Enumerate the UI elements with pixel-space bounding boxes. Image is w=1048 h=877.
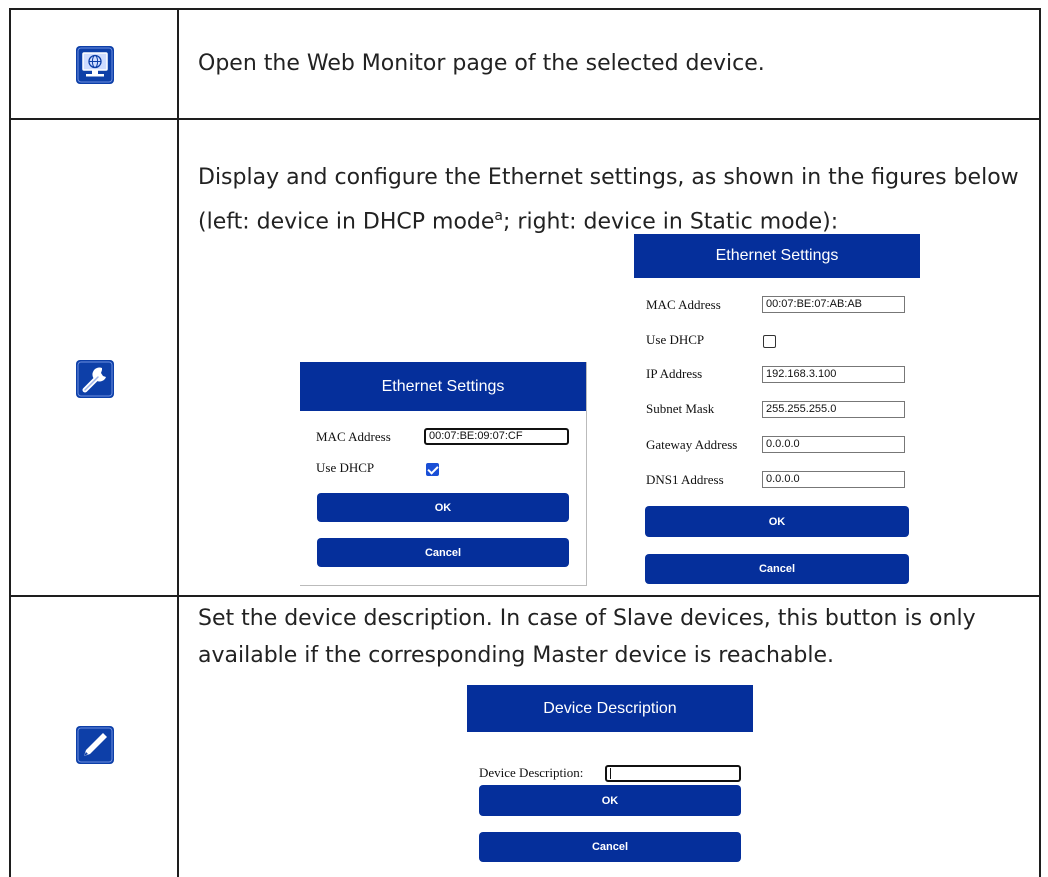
use-dhcp-label: Use DHCP — [646, 332, 705, 347]
ethernet-settings-dialog-dhcp: Ethernet Settings MAC Address 00:07:BE:0… — [300, 362, 587, 586]
table-row-divider — [9, 595, 1041, 597]
text-cursor — [610, 768, 611, 779]
ok-button[interactable]: OK — [317, 493, 569, 522]
web-monitor-icon — [76, 46, 114, 84]
table-border-left — [9, 8, 11, 877]
subnet-mask-field[interactable]: 255.255.255.0 — [762, 401, 905, 418]
table-row-divider — [9, 118, 1041, 120]
subnet-mask-label: Subnet Mask — [646, 401, 715, 416]
pencil-edit-icon — [76, 726, 114, 764]
reference-table: Open the Web Monitor page of the selecte… — [0, 0, 1048, 877]
ip-address-label: IP Address — [646, 366, 703, 381]
mac-address-field[interactable]: 00:07:BE:07:AB:AB — [762, 296, 905, 313]
cancel-button[interactable]: Cancel — [317, 538, 569, 567]
row-ethernet-text-post: ; right: device in Static mode): — [503, 209, 839, 235]
dns1-address-field[interactable]: 0.0.0.0 — [762, 471, 905, 488]
ethernet-settings-dialog-static: Ethernet Settings MAC Address 00:07:BE:0… — [634, 234, 934, 586]
use-dhcp-checkbox[interactable] — [763, 335, 776, 348]
dns1-address-label: DNS1 Address — [646, 472, 724, 487]
table-border-right — [1039, 8, 1041, 877]
row-web-monitor-text: Open the Web Monitor page of the selecte… — [198, 51, 765, 76]
footnote-marker: a — [494, 208, 504, 224]
gateway-address-label: Gateway Address — [646, 437, 738, 452]
dialog-title: Ethernet Settings — [634, 234, 920, 278]
row-ethernet-text-pre: (left: device in DHCP mode — [198, 209, 495, 235]
row-description-text-line2: available if the corresponding Master de… — [198, 643, 835, 668]
dialog-title: Device Description — [467, 685, 753, 732]
dialog-title: Ethernet Settings — [300, 362, 586, 411]
table-column-divider — [177, 8, 179, 877]
gateway-address-field[interactable]: 0.0.0.0 — [762, 436, 905, 453]
ok-button[interactable]: OK — [479, 785, 741, 816]
use-dhcp-label: Use DHCP — [316, 460, 375, 475]
cancel-button[interactable]: Cancel — [479, 832, 741, 862]
ok-button[interactable]: OK — [645, 506, 909, 537]
row-ethernet-text-line1: Display and configure the Ethernet setti… — [198, 165, 1019, 190]
mac-address-label: MAC Address — [646, 297, 721, 312]
row-description-text-line1: Set the device description. In case of S… — [198, 606, 976, 631]
mac-address-field[interactable]: 00:07:BE:09:07:CF — [424, 428, 569, 445]
ip-address-field[interactable]: 192.168.3.100 — [762, 366, 905, 383]
cancel-button[interactable]: Cancel — [645, 554, 909, 584]
wrench-settings-icon — [76, 360, 114, 398]
mac-address-label: MAC Address — [316, 429, 391, 444]
device-description-label: Device Description: — [479, 765, 584, 780]
device-description-dialog: Device Description Device Description: O… — [467, 685, 757, 865]
device-description-field[interactable] — [605, 765, 741, 782]
table-border-top — [9, 8, 1041, 10]
use-dhcp-checkbox[interactable] — [426, 463, 439, 476]
